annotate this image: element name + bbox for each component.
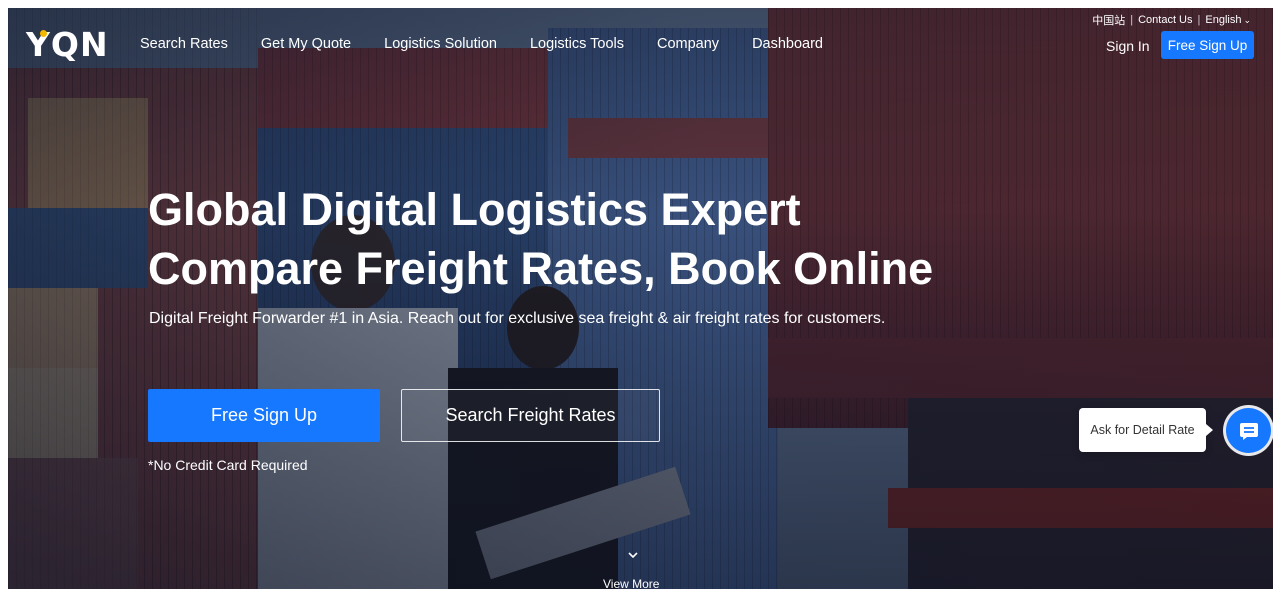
nav-item-company[interactable]: Company <box>657 36 719 52</box>
search-freight-rates-button[interactable]: Search Freight Rates <box>401 389 660 442</box>
free-sign-up-button[interactable]: Free Sign Up <box>148 389 380 442</box>
language-label: English <box>1205 14 1242 26</box>
sign-in-link[interactable]: Sign In <box>1106 38 1150 54</box>
ask-detail-rate-bubble[interactable]: Ask for Detail Rate <box>1079 408 1213 452</box>
nav-item-search-rates[interactable]: Search Rates <box>140 36 228 52</box>
hero-subtitle: Digital Freight Forwarder #1 in Asia. Re… <box>149 310 886 327</box>
utility-bar: 中国站 | Contact Us | English ⌄ <box>1092 12 1251 28</box>
logo-dot-icon <box>40 30 47 37</box>
logo-text: YQN <box>26 24 109 64</box>
chevron-down-icon: ⌄ <box>1243 15 1251 25</box>
chat-button[interactable] <box>1226 408 1271 453</box>
brand-logo[interactable]: YQN <box>26 26 109 62</box>
utility-separator: | <box>1130 14 1134 26</box>
language-selector[interactable]: English ⌄ <box>1205 14 1251 26</box>
nav-item-logistics-tools[interactable]: Logistics Tools <box>530 36 624 52</box>
hero-title: Global Digital Logistics Expert Compare … <box>148 180 933 298</box>
view-more-link[interactable]: View More <box>603 577 659 589</box>
hero-title-line-1: Global Digital Logistics Expert <box>148 184 801 235</box>
contact-us-link[interactable]: Contact Us <box>1138 14 1192 26</box>
china-site-link[interactable]: 中国站 <box>1092 12 1125 28</box>
chevron-down-icon[interactable] <box>626 548 640 562</box>
utility-separator: | <box>1197 14 1201 26</box>
nav-item-logistics-solution[interactable]: Logistics Solution <box>384 36 497 52</box>
nav-item-get-my-quote[interactable]: Get My Quote <box>261 36 351 52</box>
hero-section: 中国站 | Contact Us | English ⌄ YQN Search R… <box>8 8 1273 589</box>
hero-title-line-2: Compare Freight Rates, Book Online <box>148 243 934 294</box>
nav-item-dashboard[interactable]: Dashboard <box>752 36 823 52</box>
chat-icon <box>1239 422 1258 440</box>
no-credit-card-note: *No Credit Card Required <box>148 457 308 473</box>
nav-free-sign-up-button[interactable]: Free Sign Up <box>1161 31 1254 59</box>
main-nav: Search Rates Get My Quote Logistics Solu… <box>140 36 856 52</box>
